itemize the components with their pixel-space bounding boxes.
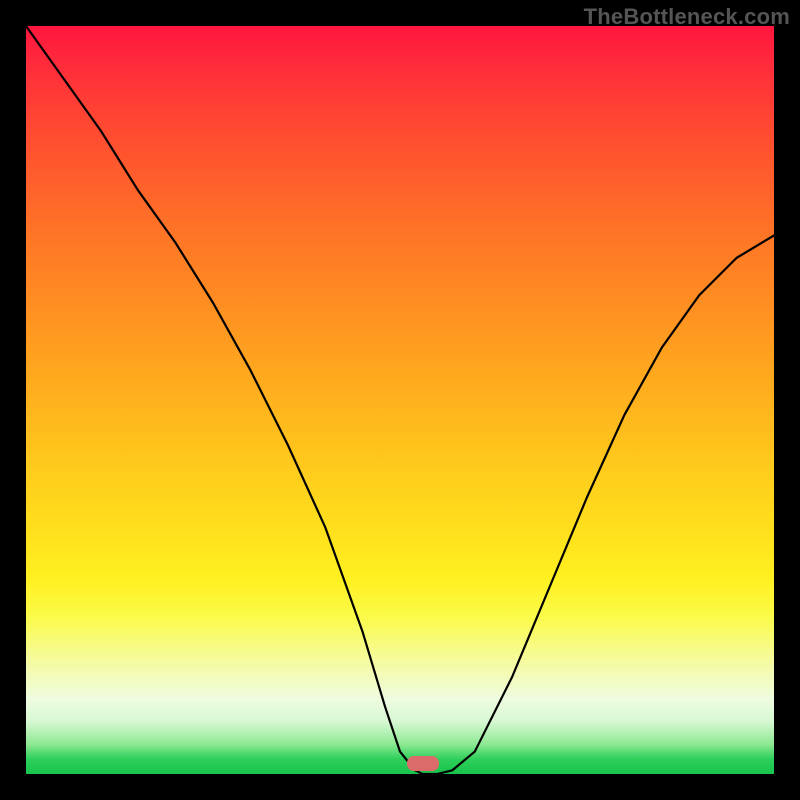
plot-area (26, 26, 774, 774)
chart-frame: TheBottleneck.com (0, 0, 800, 800)
watermark-text: TheBottleneck.com (584, 4, 790, 30)
vertex-marker (407, 756, 439, 771)
bottleneck-curve (26, 26, 774, 774)
